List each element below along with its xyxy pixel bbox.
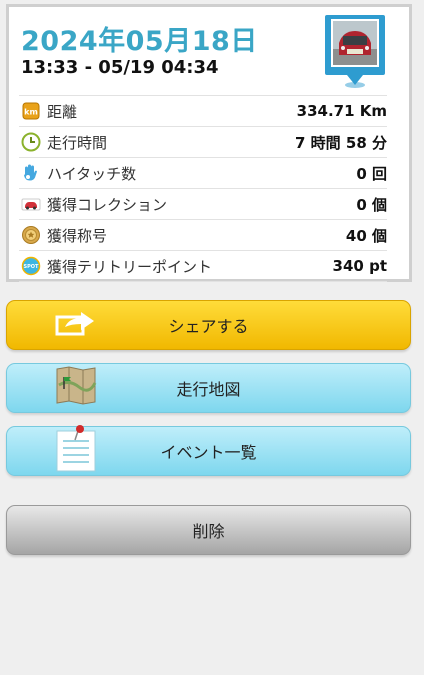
stat-value: 334.71 Km [296,102,387,120]
share-button[interactable]: シェアする [6,300,411,350]
route-map-button-label: 走行地図 [176,380,241,399]
event-list-button[interactable]: イベント一覧 [6,425,411,477]
route-map-button[interactable]: 走行地図 [6,363,411,413]
delete-button[interactable]: 削除 [6,505,411,555]
stat-row-drive-time: 走行時間 7 時間 58 分 [19,126,387,157]
stat-value: 340 pt [332,257,387,275]
stat-label: 距離 [47,102,78,121]
spot-badge-icon: SPOT [21,256,41,276]
high-five-hand-icon [21,163,41,183]
stat-row-distance: km 距離 334.71 Km [19,95,387,126]
drive-summary-card: 2024年05月18日 13:33 - 05/19 04:34 km 距離 33… [6,4,412,282]
stat-value: 40 個 [345,226,387,245]
stat-row-high-five: ハイタッチ数 0 回 [19,157,387,188]
share-arrow-icon [55,309,97,341]
stat-row-titles: 獲得称号 40 個 [19,219,387,250]
stat-label: ハイタッチ数 [47,164,137,183]
stat-label: 獲得テリトリーポイント [47,257,213,276]
delete-button-label: 削除 [192,522,225,541]
km-badge-icon: km [21,101,41,121]
stat-value: 0 回 [356,164,387,183]
medal-icon [21,225,41,245]
stats-list: km 距離 334.71 Km 走行時間 7 時間 58 分 ハイタッチ数 0 … [19,95,387,282]
clock-icon [21,132,41,152]
stat-label: 獲得コレクション [47,195,168,214]
folded-map-icon [55,365,97,411]
stat-value: 7 時間 58 分 [295,133,387,152]
stat-value: 0 個 [356,195,387,214]
car-photo-pin-icon [325,15,385,88]
event-list-button-label: イベント一覧 [160,443,257,462]
stat-label: 獲得称号 [47,226,108,245]
drive-time-range: 13:33 - 05/19 04:34 [21,57,219,78]
stat-row-territory-points: SPOT 獲得テリトリーポイント 340 pt [19,250,387,282]
share-button-label: シェアする [168,317,249,336]
km-badge-text: km [24,108,38,117]
drive-date: 2024年05月18日 [21,26,258,57]
stat-label: 走行時間 [47,133,108,152]
spot-badge-text: SPOT [24,264,40,270]
car-icon [21,194,41,214]
pinned-note-icon [55,425,99,477]
stat-row-collection: 獲得コレクション 0 個 [19,188,387,219]
